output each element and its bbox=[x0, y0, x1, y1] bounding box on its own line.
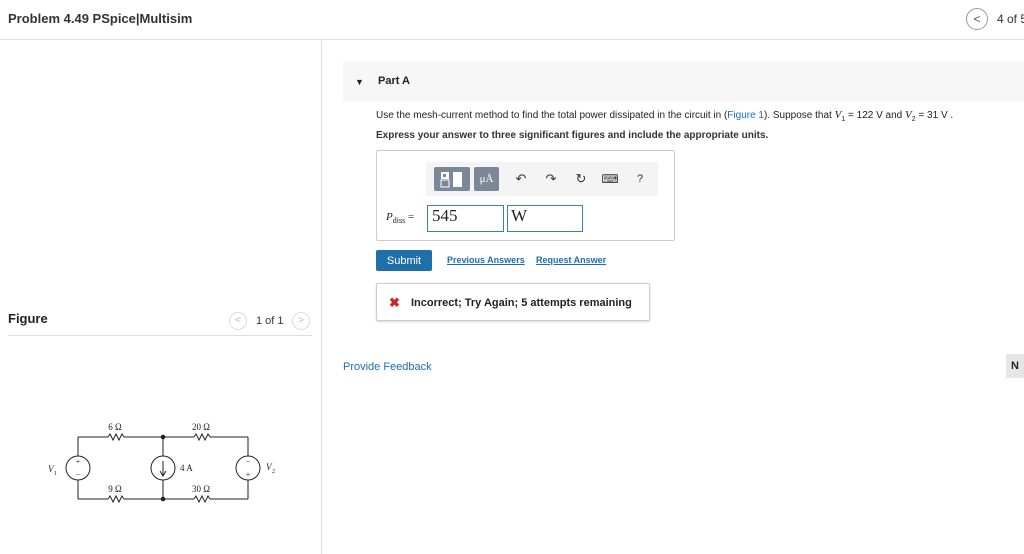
feedback-text: Incorrect; Try Again; 5 attempts remaini… bbox=[411, 297, 632, 309]
question-prefix: Use the mesh-current method to find the … bbox=[376, 110, 728, 121]
variable-symbol: P bbox=[386, 211, 393, 223]
help-icon[interactable]: ? bbox=[628, 167, 652, 191]
answer-box: μÅ ↶ ↷ ↻ ⌨ ? Pdiss = 545 W bbox=[376, 150, 675, 241]
reset-icon[interactable]: ↻ bbox=[569, 167, 593, 191]
v2-minus: − bbox=[246, 457, 251, 466]
units-button[interactable]: μÅ bbox=[474, 167, 499, 191]
templates-button[interactable] bbox=[434, 167, 470, 191]
part-title: Part A bbox=[378, 75, 410, 87]
v1-plus: + bbox=[76, 457, 81, 466]
variable-equals: = bbox=[405, 211, 415, 223]
v2-symbol: V bbox=[905, 109, 912, 121]
v1-value: = 122 V and bbox=[845, 110, 906, 121]
v1-minus: − bbox=[76, 470, 81, 479]
math-toolbar: μÅ ↶ ↷ ↻ ⌨ ? bbox=[426, 162, 658, 196]
redo-icon[interactable]: ↷ bbox=[539, 167, 563, 191]
variable-subscript: diss bbox=[392, 216, 406, 226]
top-bar: Problem 4.49 PSpice|Multisim < 4 of 5 bbox=[0, 0, 1024, 40]
submit-button[interactable]: Submit bbox=[376, 250, 432, 271]
error-x-icon: ✖ bbox=[389, 295, 400, 310]
figure-label: Figure bbox=[8, 311, 48, 326]
instruction-text: Express your answer to three significant… bbox=[376, 130, 769, 141]
label-30-ohm: 30 Ω bbox=[192, 484, 210, 494]
figure-count: 1 of 1 bbox=[256, 315, 284, 327]
problem-count: 4 of 5 bbox=[997, 12, 1024, 26]
templates-icon bbox=[440, 172, 462, 188]
v2-value: = 31 V . bbox=[915, 110, 954, 121]
keyboard-icon[interactable]: ⌨ bbox=[598, 167, 622, 191]
label-9-ohm: 9 Ω bbox=[108, 484, 122, 494]
feedback-message: ✖ Incorrect; Try Again; 5 attempts remai… bbox=[376, 283, 650, 321]
previous-problem-button[interactable]: < bbox=[966, 8, 988, 30]
next-button[interactable]: N bbox=[1006, 354, 1024, 378]
figure-divider bbox=[8, 335, 312, 336]
previous-answers-link[interactable]: Previous Answers bbox=[447, 255, 525, 265]
figure-next-button[interactable]: > bbox=[292, 312, 310, 330]
answer-value-input[interactable]: 545 bbox=[427, 205, 504, 232]
resistor-20-ohm bbox=[193, 432, 211, 442]
figure-prev-button[interactable]: < bbox=[229, 312, 247, 330]
circuit-diagram: 6 Ω 20 Ω 9 Ω 30 Ω 4 A + − − + V 1 V 2 bbox=[48, 422, 275, 504]
label-current-source: 4 A bbox=[180, 463, 193, 473]
variable-label: Pdiss = bbox=[386, 211, 414, 225]
request-answer-link[interactable]: Request Answer bbox=[536, 255, 606, 265]
question-mid: ). Suppose that bbox=[763, 110, 835, 121]
node-bottom bbox=[160, 496, 166, 502]
label-v1-sub: 1 bbox=[54, 471, 57, 477]
label-v2-sub: 2 bbox=[272, 469, 275, 475]
problem-title: Problem 4.49 PSpice|Multisim bbox=[8, 11, 193, 26]
label-6-ohm: 6 Ω bbox=[108, 422, 122, 432]
resistor-9-ohm bbox=[107, 494, 125, 504]
collapse-caret-icon[interactable]: ▼ bbox=[355, 77, 364, 87]
v2-plus: + bbox=[246, 470, 251, 479]
node-top bbox=[160, 434, 166, 440]
label-20-ohm: 20 Ω bbox=[192, 422, 210, 432]
part-a-header[interactable] bbox=[343, 62, 1024, 102]
answer-unit-input[interactable]: W bbox=[507, 205, 583, 232]
undo-icon[interactable]: ↶ bbox=[509, 167, 533, 191]
question-text: Use the mesh-current method to find the … bbox=[376, 109, 953, 123]
provide-feedback-link[interactable]: Provide Feedback bbox=[343, 361, 432, 373]
resistor-30-ohm bbox=[193, 494, 211, 504]
resistor-6-ohm bbox=[107, 432, 125, 442]
figure-link[interactable]: Figure 1 bbox=[727, 110, 764, 121]
